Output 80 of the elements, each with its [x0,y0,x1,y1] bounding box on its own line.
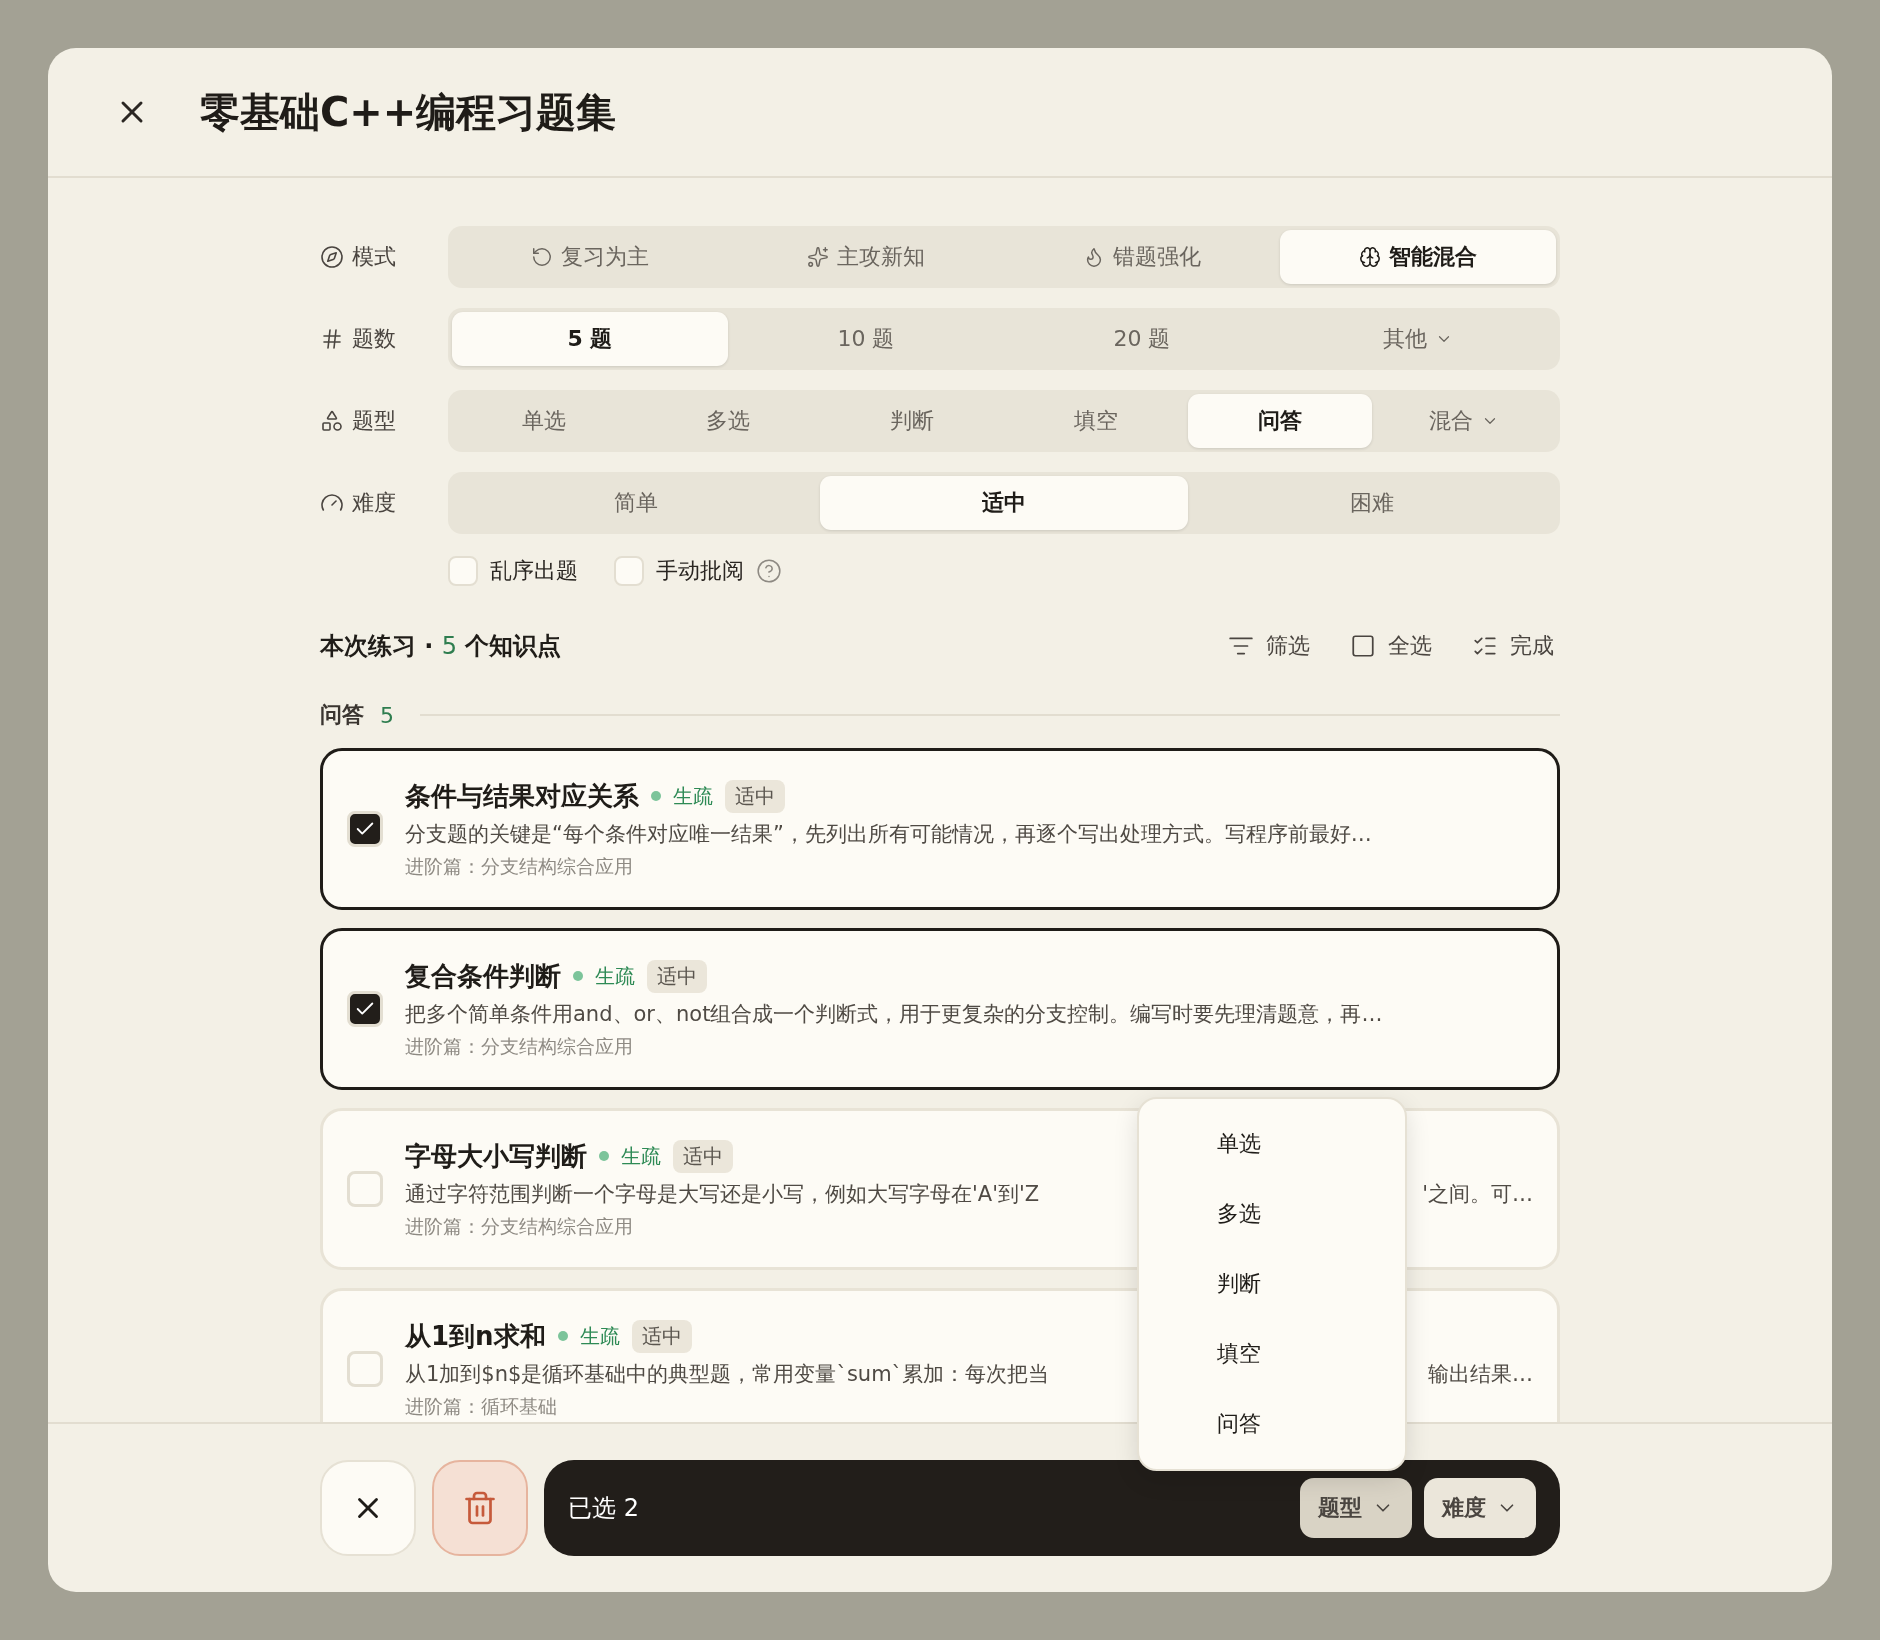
topic-title: 从1到n求和 [405,1319,546,1353]
compass-icon [320,245,344,269]
trash-icon [462,1490,498,1526]
segment-option[interactable]: 错题强化 [1004,230,1280,284]
setting-label: 模式 [352,243,396,271]
difficulty-tag: 适中 [631,1319,692,1353]
segment-option[interactable]: 简单 [452,476,820,530]
rotate-icon [531,246,553,268]
checkbox[interactable] [448,556,478,586]
segment-option[interactable]: 混合 [1372,394,1556,448]
shapes-icon [320,409,344,433]
delete-button[interactable] [432,1460,528,1556]
segment-option[interactable]: 问答 [1188,394,1372,448]
brain-icon [1359,246,1381,268]
topic-path: 进阶篇：分支结构综合应用 [405,854,633,877]
segment-option[interactable]: 20 题 [1004,312,1280,366]
topic-card[interactable]: 复合条件判断 生疏 适中 把多个简单条件用and、or、not组合成一个判断式，用于更复杂的分支控制。编写时要先理清题意，再… 进阶篇：分支结构综合应用 [320,928,1560,1090]
topic-path: 进阶篇：循环基础 [405,1394,557,1417]
setting-label: 题型 [352,407,396,435]
topic-description: 分支题的关键是“每个条件对应唯一结果”，先列出所有可能情况，再逐个写出处理方式。写程序前最好… [405,820,1372,848]
segment-option[interactable]: 判断 [820,394,1004,448]
topic-path: 进阶篇：分支结构综合应用 [405,1034,633,1057]
topic-description: '之间。可… [1422,1180,1533,1208]
toolbar-button[interactable]: 全选 [1344,630,1438,662]
topic-description: 通过字符范围判断一个字母是大写还是小写，例如大写字母在'A'到'Z [405,1180,1040,1208]
status-dot [557,1331,568,1341]
status-label: 生疏 [595,962,635,990]
setting-label: 难度 [352,489,396,517]
segment-option[interactable]: 填空 [1004,394,1188,448]
section-count: 5 [380,702,394,728]
menu-item[interactable]: 填空 [1139,1319,1405,1389]
window-title: 零基础C++编程习题集 [200,87,617,137]
segment-option[interactable]: 5 题 [452,312,728,366]
topic-description: 把多个简单条件用and、or、not组合成一个判断式，用于更复杂的分支控制。编写时要先理清题意，再… [405,1000,1383,1028]
segment-option[interactable]: 主攻新知 [728,230,1004,284]
section-label: 问答 [320,701,364,729]
selection-count: 已选 2 [568,1493,639,1524]
segment-option[interactable]: 单选 [452,394,636,448]
topic-title: 字母大小写判断 [405,1139,587,1173]
segment-option[interactable]: 困难 [1188,476,1556,530]
toolbar-button[interactable]: 完成 [1466,630,1560,662]
segment-option[interactable]: 其他 [1280,312,1556,366]
hash-icon [320,327,344,351]
segment-option[interactable]: 10 题 [728,312,1004,366]
menu-item[interactable]: 单选 [1139,1109,1405,1179]
segment-option[interactable]: 适中 [820,476,1188,530]
checkbox[interactable] [347,811,383,847]
difficulty-tag: 适中 [647,959,707,993]
difficulty-tag: 适中 [725,779,785,813]
topic-path: 进阶篇：分支结构综合应用 [405,1214,633,1237]
setting-label: 题数 [352,325,396,353]
difficulty-tag: 适中 [673,1139,733,1173]
toolbar-button[interactable]: 筛选 [1222,630,1316,662]
filter-dropdown[interactable]: 题型 [1300,1478,1412,1538]
topic-title: 复合条件判断 [405,959,561,993]
status-label: 生疏 [579,1322,620,1350]
status-dot [599,1151,609,1161]
status-dot [573,971,583,981]
topic-card[interactable]: 条件与结果对应关系 生疏 适中 分支题的关键是“每个条件对应唯一结果”，先列出所有可能情况，再逐个写出处理方式。写程序前最好… 进阶篇：分支结构综合应用 [320,748,1560,910]
checkbox[interactable] [347,1171,383,1207]
segment-option[interactable]: 多选 [636,394,820,448]
sparkle-icon [807,246,829,268]
checkbox[interactable] [614,556,644,586]
topic-description: 输出结果… [1428,1360,1533,1388]
checkbox-label: 乱序出题 [490,557,578,585]
menu-item[interactable]: 多选 [1139,1179,1405,1249]
segment-option[interactable]: 智能混合 [1280,230,1556,284]
help-icon[interactable] [756,558,782,584]
checkbox[interactable] [347,1351,383,1387]
summary-text: 本次练习 · 5 个知识点 [320,631,562,662]
status-dot [651,791,661,801]
checkbox-label: 手动批阅 [656,557,744,585]
filter-dropdown[interactable]: 难度 [1424,1478,1536,1538]
status-label: 生疏 [621,1142,661,1170]
status-label: 生疏 [673,782,713,810]
topic-title: 条件与结果对应关系 [405,779,639,813]
topic-description: 从1加到$n$是循环基础中的典型题，常用变量`sum`累加：每次把当 [405,1360,1050,1388]
segment-option[interactable]: 复习为主 [452,230,728,284]
square-icon [1350,633,1376,659]
checkbox[interactable] [347,991,383,1027]
